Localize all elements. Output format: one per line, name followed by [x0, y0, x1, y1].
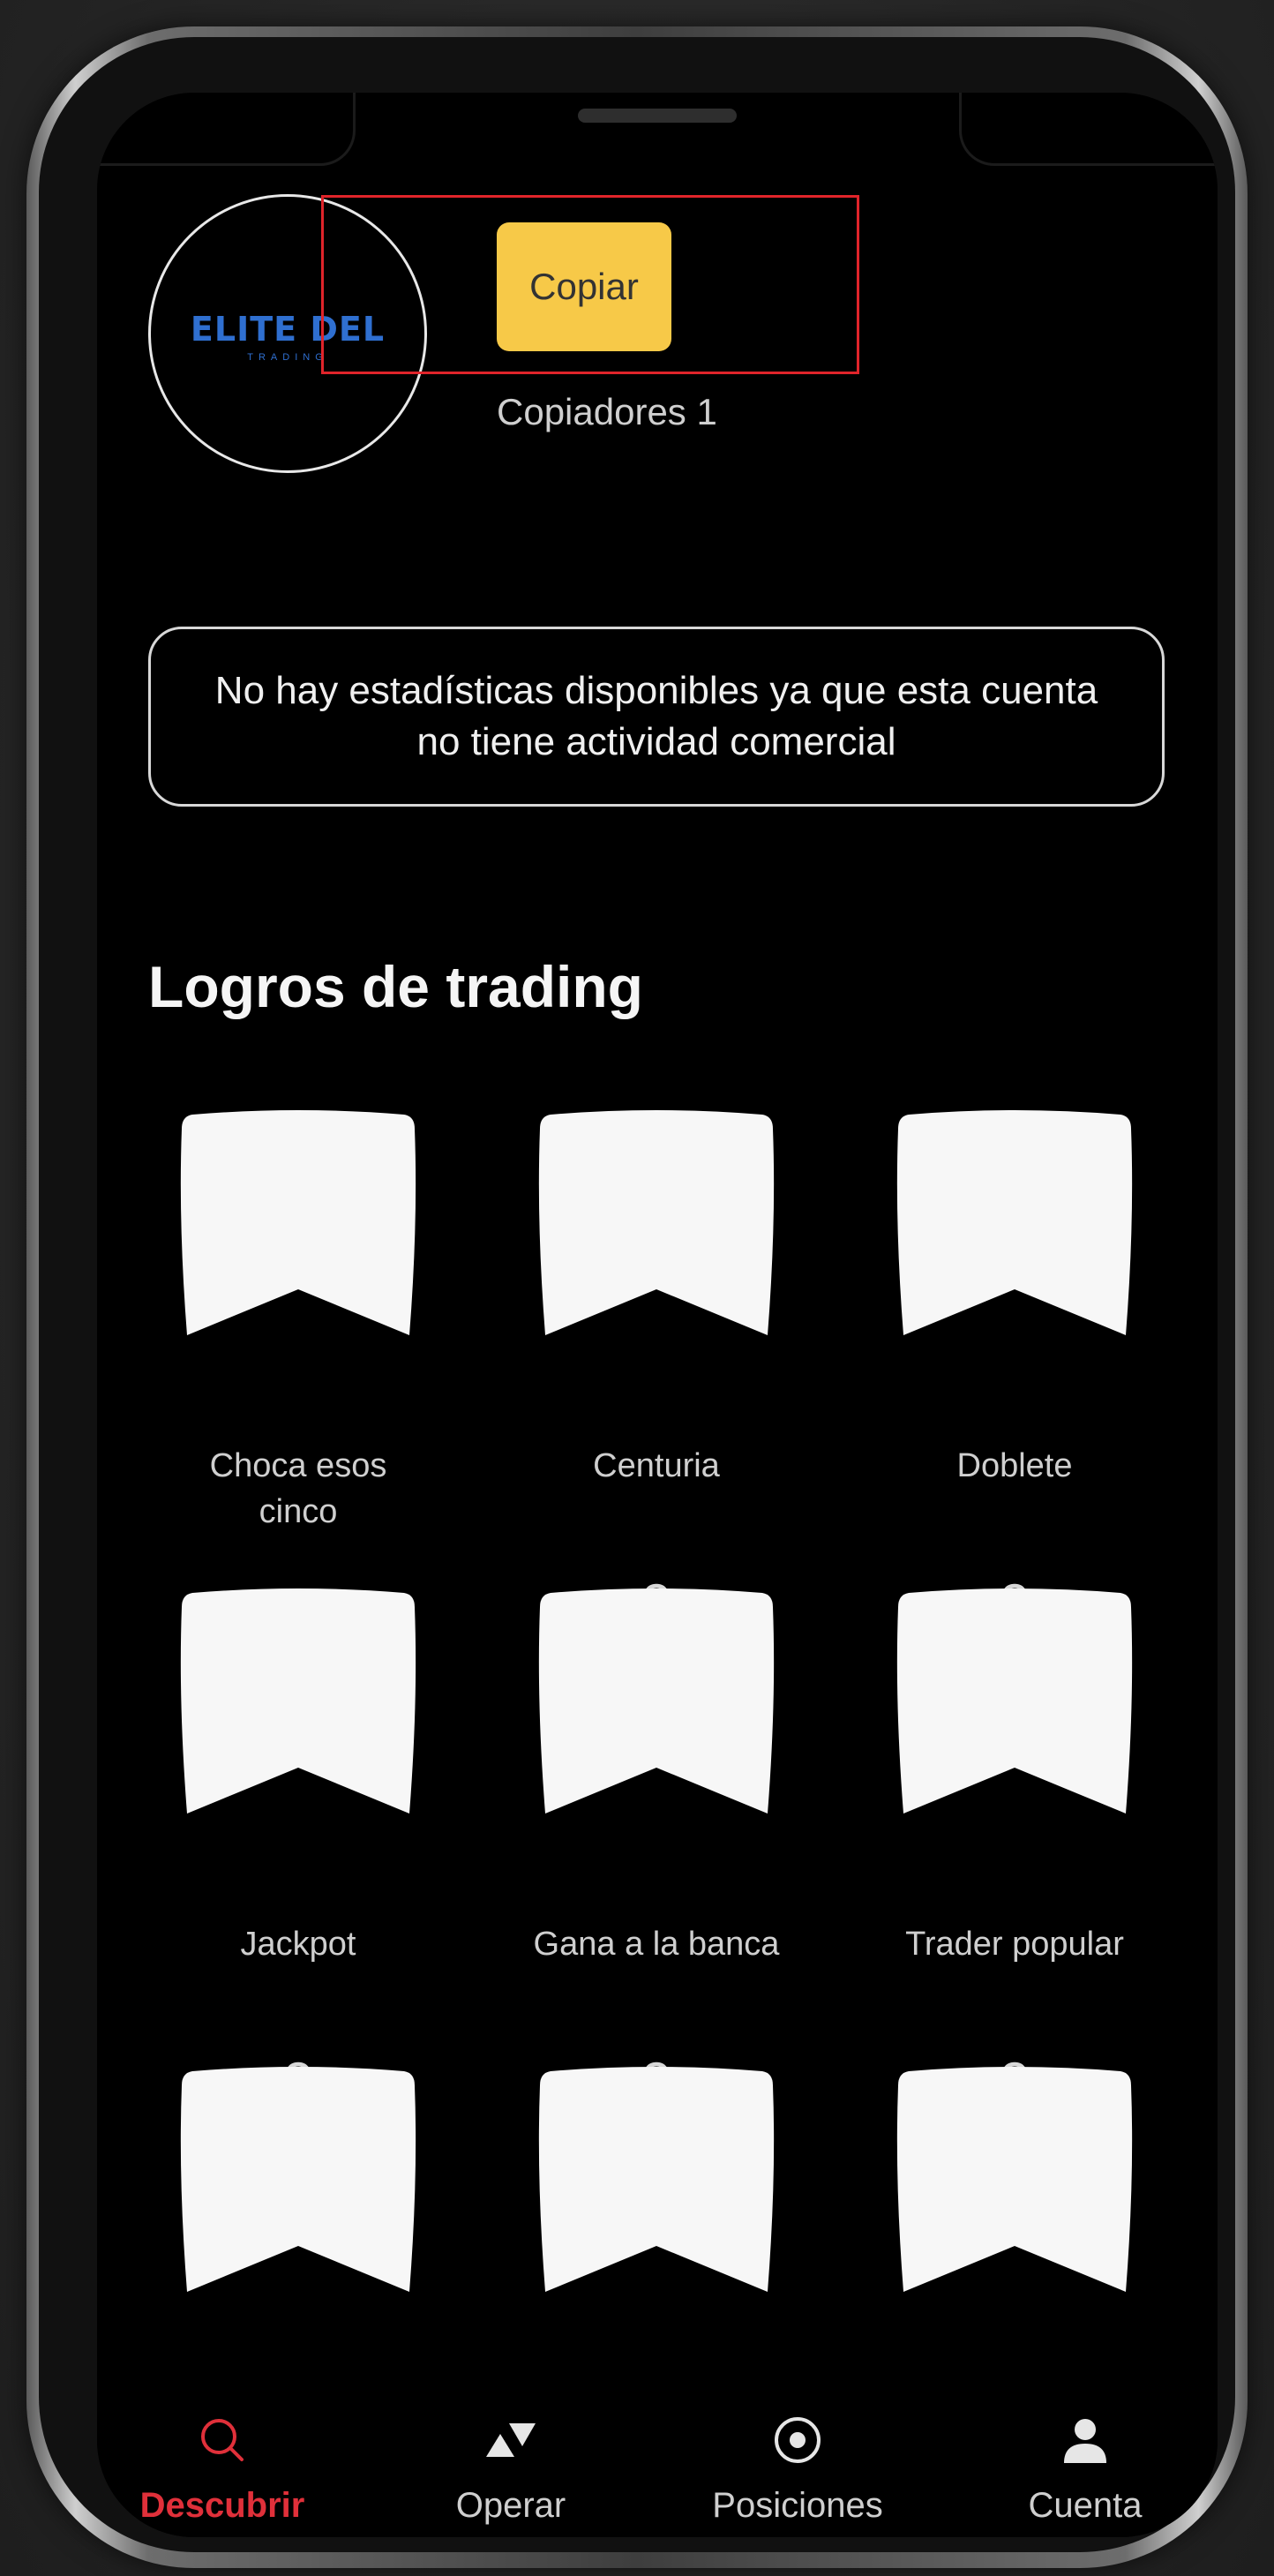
achievement-label: Doblete — [956, 1447, 1073, 1484]
achievement-label: Centuria — [593, 1447, 720, 1484]
account-icon — [953, 2409, 1218, 2471]
ribbon-badge-icon — [180, 1110, 416, 1335]
tab-label: Cuenta — [1028, 2486, 1143, 2525]
search-icon — [97, 2409, 355, 2471]
ribbon-badge-icon — [896, 1588, 1133, 1814]
speaker-grille — [578, 109, 737, 123]
stats-message: No hay estadísticas disponibles ya que e… — [214, 669, 1098, 763]
ribbon-badge-icon — [180, 1588, 416, 1814]
achievements-title: Logros de trading — [148, 954, 643, 1019]
achievement-badge[interactable] — [536, 1586, 776, 1817]
tab-label: Descubrir — [139, 2486, 305, 2525]
ribbon-badge-icon — [180, 2067, 416, 2292]
tab-label: Posiciones — [712, 2486, 883, 2525]
positions-icon — [665, 2409, 930, 2471]
phone-screen: ELITE DEL TRADING Copiar Copiadores 1 No… — [97, 93, 1218, 2537]
ribbon-badge-icon — [538, 1588, 775, 1814]
tab-label: Operar — [455, 2486, 566, 2525]
tab-cuenta[interactable]: Cuenta — [953, 2343, 1218, 2525]
achievement-badge[interactable] — [895, 2064, 1135, 2295]
achievement-label: Choca esos cinco — [209, 1447, 387, 1530]
achievement-badge[interactable] — [536, 2064, 776, 2295]
tab-operar[interactable]: Operar — [378, 2343, 643, 2525]
achievement-badge[interactable] — [178, 1108, 418, 1339]
trade-icon — [378, 2409, 643, 2471]
logo-subtext: TRADING — [247, 352, 328, 363]
achievement-badge[interactable] — [895, 1108, 1135, 1339]
achievement-badge[interactable] — [536, 1108, 776, 1339]
copiers-count: Copiadores 1 — [497, 391, 717, 432]
profile-avatar[interactable]: ELITE DEL TRADING — [148, 194, 427, 473]
ribbon-badge-icon — [538, 2067, 775, 2292]
achievement-badge[interactable] — [178, 1586, 418, 1817]
screen-corner-right — [959, 93, 1218, 166]
achievement-label: Jackpot — [240, 1926, 356, 1963]
tab-posiciones[interactable]: Posiciones — [665, 2343, 930, 2525]
ribbon-badge-icon — [896, 1110, 1133, 1335]
tab-descubrir[interactable]: Descubrir — [97, 2343, 355, 2525]
logo-text: ELITE DEL — [190, 310, 386, 349]
achievement-label: Trader popular — [905, 1926, 1124, 1963]
bottom-tab-bar: Descubrir Operar Posiciones Cuenta — [97, 2343, 1218, 2537]
achievement-label: Gana a la banca — [533, 1926, 780, 1963]
screen-corner-left — [97, 93, 356, 166]
ribbon-badge-icon — [538, 1110, 775, 1335]
stats-unavailable-notice: No hay estadísticas disponibles ya que e… — [148, 627, 1165, 807]
achievement-badge[interactable] — [895, 1586, 1135, 1817]
copy-button[interactable]: Copiar — [497, 222, 671, 351]
achievement-badge[interactable] — [178, 2064, 418, 2295]
ribbon-badge-icon — [896, 2067, 1133, 2292]
